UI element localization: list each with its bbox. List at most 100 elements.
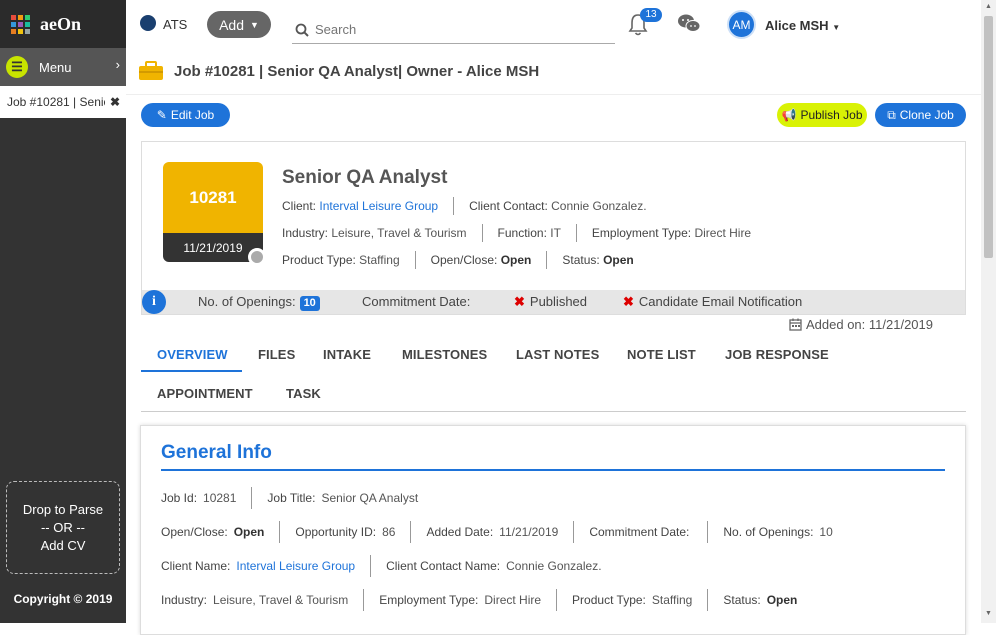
info-row-1: Client: Interval Leisure Group Client Co… xyxy=(282,197,647,215)
scroll-up-icon[interactable]: ▲ xyxy=(985,3,992,10)
industry-value: Leisure, Travel & Tourism xyxy=(213,593,349,607)
page-header: Job #10281 | Senior QA Analyst| Owner - … xyxy=(126,48,981,95)
email-notification-label: Candidate Email Notification xyxy=(638,294,803,309)
general-row-4: Industry: Leisure, Travel & Tourism Emplo… xyxy=(161,589,797,611)
chat-icon[interactable] xyxy=(677,13,701,35)
logo-text: aeOn xyxy=(40,13,82,34)
product-value: Staffing xyxy=(359,253,400,267)
openclose-key: Open/Close: xyxy=(430,253,498,267)
search-input[interactable] xyxy=(315,22,595,37)
user-name: Alice MSH xyxy=(765,18,829,33)
job-tabs: OVERVIEW FILES INTAKE MILESTONES LAST NO… xyxy=(141,335,966,412)
active-tab-underline xyxy=(141,370,242,372)
caret-down-icon: ▼ xyxy=(250,19,259,30)
tab-job-response[interactable]: JOB RESPONSE xyxy=(725,347,829,362)
industry-key: Industry: xyxy=(282,226,329,240)
dropzone-line-1: Drop to Parse xyxy=(22,501,104,517)
added-date-key: Added Date: xyxy=(426,525,494,539)
dropzone-line-3: Add CV xyxy=(40,537,86,553)
tab-overview[interactable]: OVERVIEW xyxy=(157,347,228,362)
module-label[interactable]: ATS xyxy=(163,17,187,32)
page-scrollbar[interactable]: ▲ ▼ xyxy=(981,0,996,623)
info-icon: i xyxy=(142,290,166,314)
cv-dropzone[interactable]: Drop to Parse -- OR -- Add CV xyxy=(6,481,120,574)
add-dropdown-button[interactable]: Add ▼ xyxy=(207,11,271,38)
tab-last-notes[interactable]: LAST NOTES xyxy=(516,347,599,362)
apps-grid-icon[interactable] xyxy=(11,14,30,34)
job-title-value: Senior QA Analyst xyxy=(321,491,419,505)
tab-intake[interactable]: INTAKE xyxy=(323,347,371,362)
user-menu[interactable]: Alice MSH ▼ xyxy=(765,18,840,33)
copyright: Copyright © 2019 xyxy=(13,592,113,606)
general-info-title: General Info xyxy=(161,442,272,463)
job-info-strip: i No. of Openings: 10 Commitment Date: ✖ P… xyxy=(142,290,965,314)
emptype-value: Direct Hire xyxy=(484,593,542,607)
general-info-panel: General Info Job Id: 10281 Job Title: Seni… xyxy=(140,425,966,635)
contact-key: Client Contact: xyxy=(469,199,548,213)
dropzone-line-2: -- OR -- xyxy=(40,519,86,535)
hamburger-icon: ☰ xyxy=(6,56,28,78)
job-id-key: Job Id: xyxy=(161,491,198,505)
briefcase-icon xyxy=(139,61,163,80)
tab-appointment[interactable]: APPOINTMENT xyxy=(157,386,253,401)
emptype-key: Employment Type: xyxy=(591,226,692,240)
status-value: Open xyxy=(766,593,798,607)
product-value: Staffing xyxy=(651,593,693,607)
avatar[interactable]: AM xyxy=(727,10,756,39)
client-key: Client: xyxy=(282,199,317,213)
contact-name-key: Client Contact Name: xyxy=(386,559,501,573)
openings-value: 10 xyxy=(819,525,833,539)
scroll-down-icon[interactable]: ▼ xyxy=(985,610,992,617)
clone-job-button[interactable]: ⧉ Clone Job xyxy=(875,103,966,127)
search-bar[interactable] xyxy=(292,16,615,44)
tab-files[interactable]: FILES xyxy=(258,347,295,362)
copy-icon: ⧉ xyxy=(887,107,896,122)
client-link[interactable]: Interval Leisure Group xyxy=(319,199,438,213)
module-dot-icon xyxy=(140,15,156,31)
contact-value: Connie Gonzalez. xyxy=(551,199,647,213)
sidebar: aeOn ☰ Menu › Job #10281 | Senior QA Ana… xyxy=(0,0,126,623)
commitment-key: Commitment Date: xyxy=(589,525,690,539)
edit-job-button[interactable]: ✎ Edit Job xyxy=(141,103,230,127)
added-on-text: Added on: 11/21/2019 xyxy=(806,317,933,332)
published-item: ✖ Published xyxy=(514,294,587,310)
scroll-thumb[interactable] xyxy=(984,16,993,258)
job-title-key: Job Title: xyxy=(267,491,316,505)
emptype-value: Direct Hire xyxy=(694,226,752,240)
industry-value: Leisure, Travel & Tourism xyxy=(331,226,467,240)
published-label: Published xyxy=(529,294,588,309)
email-notification-item: ✖ Candidate Email Notification xyxy=(623,294,802,310)
clone-job-label: Clone Job xyxy=(899,108,954,122)
job-title: Senior QA Analyst xyxy=(282,167,448,188)
close-icon[interactable]: ✖ xyxy=(110,95,120,109)
job-id: 10281 xyxy=(163,162,263,233)
app-logo[interactable]: aeOn xyxy=(0,0,126,48)
publish-job-button[interactable]: 📢 Publish Job xyxy=(777,103,867,127)
added-date-value: 11/21/2019 xyxy=(499,525,559,539)
main-content: Job #10281 | Senior QA Analyst| Owner - … xyxy=(126,48,981,635)
x-icon: ✖ xyxy=(623,294,634,309)
info-row-2: Industry: Leisure, Travel & Tourism Func… xyxy=(282,224,751,242)
tab-task[interactable]: TASK xyxy=(286,386,321,401)
function-key: Function: xyxy=(497,226,547,240)
openings-badge: 10 xyxy=(299,296,320,311)
pencil-icon: ✎ xyxy=(156,108,167,122)
open-job-tab[interactable]: Job #10281 | Senior QA Analyst ✖ xyxy=(0,86,126,118)
function-value: IT xyxy=(550,226,561,240)
x-icon: ✖ xyxy=(514,294,525,309)
menu-toggle[interactable]: ☰ Menu › xyxy=(0,48,126,86)
tab-milestones[interactable]: MILESTONES xyxy=(402,347,487,362)
chevron-right-icon: › xyxy=(115,57,120,72)
publish-job-label: Publish Job xyxy=(800,108,863,122)
openings-item: No. of Openings: 10 xyxy=(198,294,320,311)
job-body: ✎ Edit Job 📢 Publish Job ⧉ Clone Job 10281 … xyxy=(126,95,981,635)
product-key: Product Type: xyxy=(282,253,356,267)
menu-label: Menu xyxy=(39,59,72,75)
status-indicator xyxy=(248,248,266,266)
tab-note-list[interactable]: NOTE LIST xyxy=(627,347,696,362)
client-name-link[interactable]: Interval Leisure Group xyxy=(236,559,355,573)
emptype-key: Employment Type: xyxy=(379,593,479,607)
edit-job-label: Edit Job xyxy=(170,108,215,122)
megaphone-icon: 📢 xyxy=(781,108,797,122)
title-underline xyxy=(161,469,945,471)
